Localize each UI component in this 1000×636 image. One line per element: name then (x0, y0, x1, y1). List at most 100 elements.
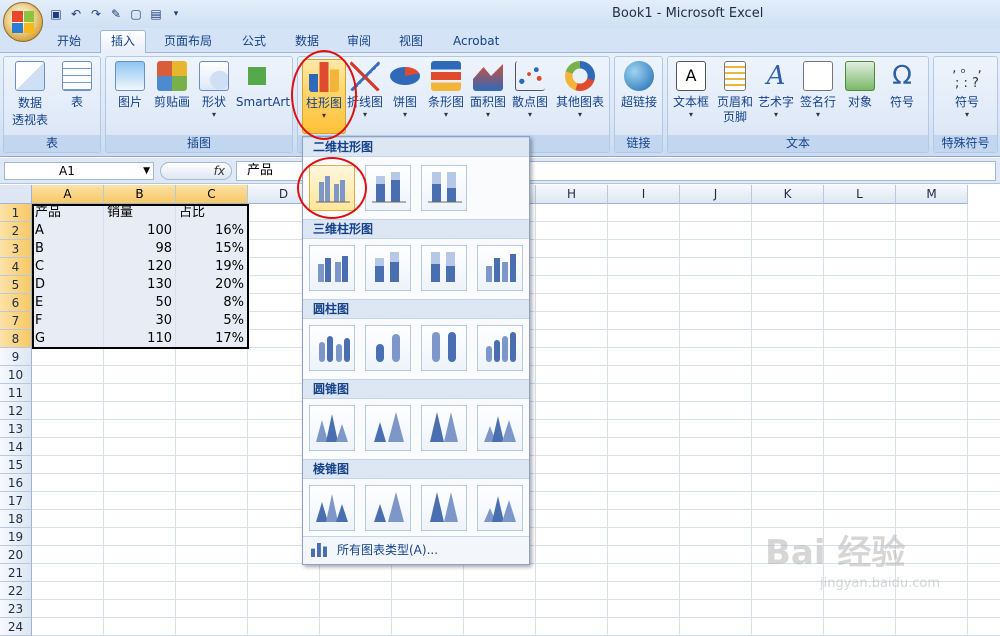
row-header-18[interactable]: 18 (0, 510, 32, 528)
column-header-K[interactable]: K (752, 185, 824, 204)
name-box[interactable]: A1 ▼ (4, 162, 154, 180)
special-symbol-button[interactable]: , 。 ,; : ? 符号 ▾ (938, 59, 996, 120)
row-header-12[interactable]: 12 (0, 402, 32, 420)
line-chart-button[interactable]: 折线图 ▾ (346, 59, 384, 120)
column-chart-button[interactable]: 柱形图 ▾ (302, 59, 346, 134)
column-header-H[interactable]: H (536, 185, 608, 204)
row-header-9[interactable]: 9 (0, 348, 32, 366)
clustered-pyramid-option[interactable] (309, 485, 355, 531)
data-cell[interactable]: 30 (104, 312, 175, 330)
stacked-cone-option[interactable] (365, 405, 411, 451)
row-header-15[interactable]: 15 (0, 456, 32, 474)
tab-home[interactable]: 开始 (47, 31, 91, 53)
3d-cylinder-option[interactable] (477, 325, 523, 371)
row-header-5[interactable]: 5 (0, 276, 32, 294)
row-header-7[interactable]: 7 (0, 312, 32, 330)
select-all-corner[interactable] (0, 185, 32, 204)
data-cell[interactable]: F (32, 312, 103, 330)
stacked-cylinder-option[interactable] (365, 325, 411, 371)
column-header-M[interactable]: M (896, 185, 968, 204)
data-cell[interactable]: 5% (176, 312, 247, 330)
row-header-20[interactable]: 20 (0, 546, 32, 564)
3d-clustered-column-option[interactable] (309, 245, 355, 291)
column-header-I[interactable]: I (608, 185, 680, 204)
column-header-A[interactable]: A (32, 185, 104, 204)
textbox-button[interactable]: A 文本框 ▾ (670, 59, 712, 120)
stacked-column-option[interactable] (365, 165, 411, 211)
new-icon[interactable]: ▢ (128, 6, 144, 22)
save-icon[interactable]: ▣ (48, 6, 64, 22)
all-chart-types-option[interactable]: 所有图表类型(A)... (303, 536, 529, 564)
area-chart-button[interactable]: 面积图 ▾ (468, 59, 508, 120)
row-header-4[interactable]: 4 (0, 258, 32, 276)
header-cell[interactable]: 占比 (176, 204, 247, 222)
row-header-24[interactable]: 24 (0, 618, 32, 636)
header-cell[interactable]: 销量 (104, 204, 175, 222)
data-cell[interactable]: 130 (104, 276, 175, 294)
3d-column-option[interactable] (477, 245, 523, 291)
data-cell[interactable]: 120 (104, 258, 175, 276)
clipart-button[interactable]: 剪贴画 (150, 59, 194, 110)
office-button[interactable] (3, 2, 43, 42)
data-cell[interactable]: 19% (176, 258, 247, 276)
data-cell[interactable]: C (32, 258, 103, 276)
tab-view[interactable]: 视图 (389, 31, 433, 53)
row-header-11[interactable]: 11 (0, 384, 32, 402)
clustered-cone-option[interactable] (309, 405, 355, 451)
header-footer-button[interactable]: 页眉和 页脚 (712, 59, 758, 125)
tab-insert[interactable]: 插入 (100, 30, 147, 54)
picture-button[interactable]: 图片 (110, 59, 150, 110)
table-button[interactable]: 表 (56, 59, 98, 110)
data-cell[interactable]: D (32, 276, 103, 294)
signature-line-button[interactable]: 签名行 ▾ (796, 59, 840, 120)
data-cell[interactable]: B (32, 240, 103, 258)
stacked-pyramid-option[interactable] (365, 485, 411, 531)
row-header-19[interactable]: 19 (0, 528, 32, 546)
scatter-chart-button[interactable]: 散点图 ▾ (510, 59, 550, 120)
data-cell[interactable]: 16% (176, 222, 247, 240)
row-header-14[interactable]: 14 (0, 438, 32, 456)
header-cell[interactable]: 产品 (32, 204, 103, 222)
undo-icon[interactable]: ↶ (68, 6, 84, 22)
3d-pyramid-option[interactable] (477, 485, 523, 531)
column-header-J[interactable]: J (680, 185, 752, 204)
data-cell[interactable]: 15% (176, 240, 247, 258)
data-cell[interactable]: A (32, 222, 103, 240)
customize-icon[interactable]: ✎ (108, 6, 124, 22)
column-header-C[interactable]: C (176, 185, 248, 204)
tab-acrobat[interactable]: Acrobat (443, 31, 509, 53)
clustered-column-option[interactable] (309, 165, 355, 211)
column-header-L[interactable]: L (824, 185, 896, 204)
row-header-13[interactable]: 13 (0, 420, 32, 438)
percent-stacked-cylinder-option[interactable] (421, 325, 467, 371)
print-preview-icon[interactable]: ▤ (148, 6, 164, 22)
data-cell[interactable]: E (32, 294, 103, 312)
data-cell[interactable]: 100 (104, 222, 175, 240)
pivot-table-button[interactable]: 数据 透视表 (6, 59, 54, 129)
wordart-button[interactable]: A 艺术字 ▾ (756, 59, 796, 120)
redo-icon[interactable]: ↷ (88, 6, 104, 22)
row-header-23[interactable]: 23 (0, 600, 32, 618)
3d-stacked-column-option[interactable] (365, 245, 411, 291)
3d-cone-option[interactable] (477, 405, 523, 451)
tab-data[interactable]: 数据 (285, 31, 329, 53)
row-header-1[interactable]: 1 (0, 204, 32, 222)
column-header-B[interactable]: B (104, 185, 176, 204)
symbol-button[interactable]: Ω 符号 (882, 59, 922, 110)
3d-percent-stacked-column-option[interactable] (421, 245, 467, 291)
object-button[interactable]: 对象 (842, 59, 878, 110)
row-header-2[interactable]: 2 (0, 222, 32, 240)
data-cell[interactable]: 17% (176, 330, 247, 348)
tab-review[interactable]: 审阅 (337, 31, 381, 53)
row-header-16[interactable]: 16 (0, 474, 32, 492)
bar-chart-button[interactable]: 条形图 ▾ (426, 59, 466, 120)
tab-page-layout[interactable]: 页面布局 (154, 31, 222, 53)
data-cell[interactable]: 98 (104, 240, 175, 258)
other-charts-button[interactable]: 其他图表 ▾ (552, 59, 608, 120)
shapes-button[interactable]: 形状 ▾ (196, 59, 232, 120)
row-header-21[interactable]: 21 (0, 564, 32, 582)
insert-function-button[interactable]: fx (160, 162, 232, 180)
row-header-8[interactable]: 8 (0, 330, 32, 348)
data-cell[interactable]: 50 (104, 294, 175, 312)
row-header-6[interactable]: 6 (0, 294, 32, 312)
